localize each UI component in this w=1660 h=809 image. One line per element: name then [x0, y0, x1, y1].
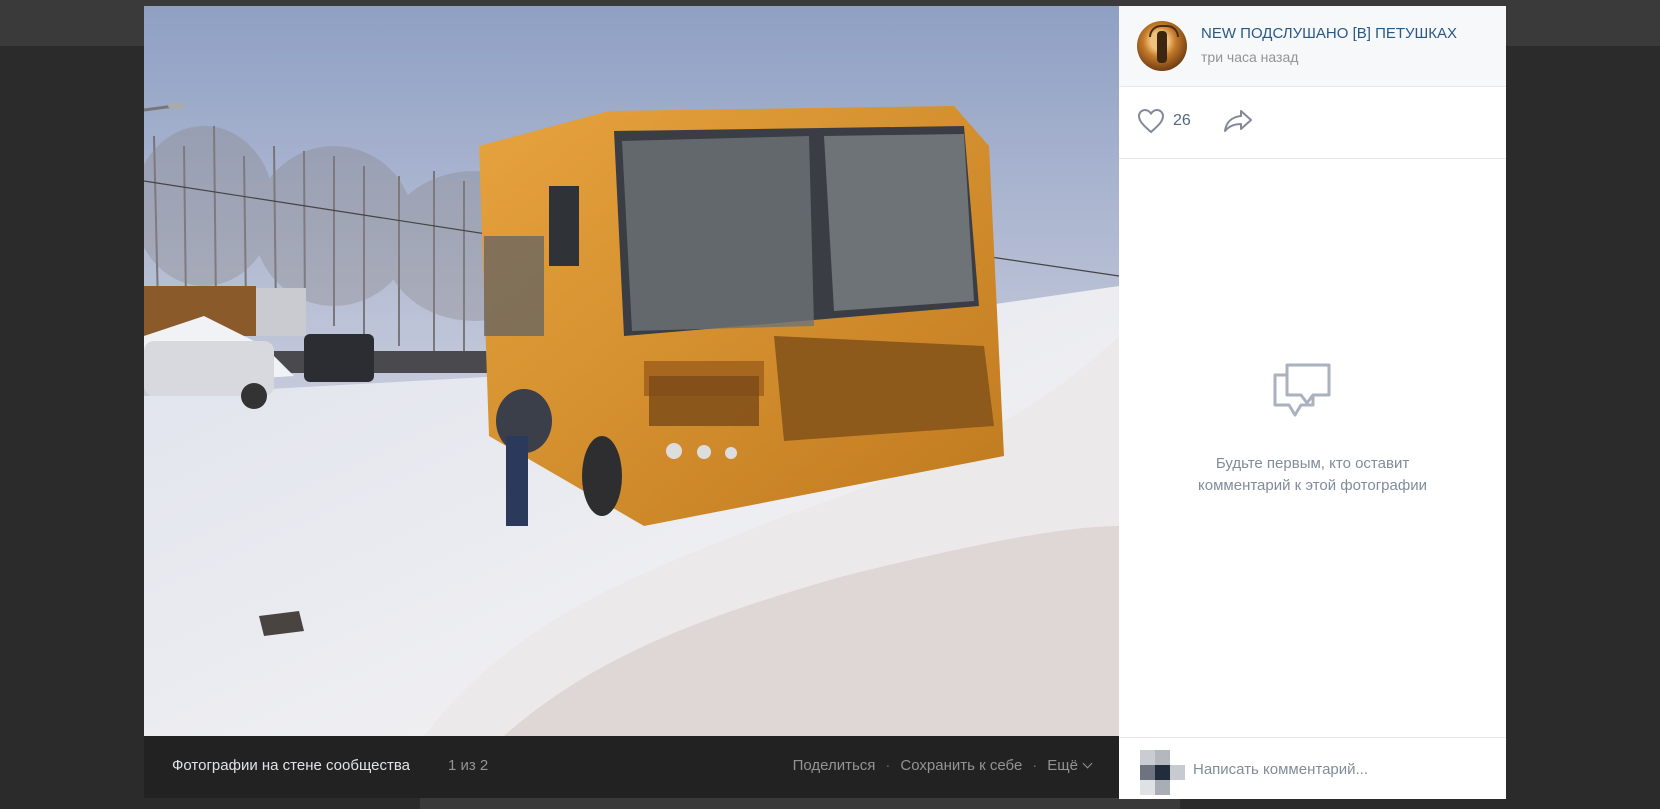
share-button[interactable]	[1223, 109, 1253, 138]
share-arrow-icon	[1224, 110, 1252, 132]
empty-line-2: комментарий к этой фотографии	[1198, 477, 1427, 494]
group-name-link[interactable]: NEW ПОДСЛУШАНО [В] ПЕТУШКАХ	[1201, 25, 1457, 42]
post-time[interactable]: три часа назад	[1201, 49, 1298, 65]
post-header: NEW ПОДСЛУШАНО [В] ПЕТУШКАХ три часа наз…	[1119, 6, 1506, 87]
chevron-down-icon	[1082, 758, 1093, 769]
more-label: Ещё	[1047, 757, 1078, 774]
photo-counter: 1 из 2	[448, 757, 489, 774]
separator: ·	[885, 757, 891, 774]
post-actions: 26	[1119, 86, 1506, 159]
photo-viewer: Фотографии на стене сообщества 1 из 2 По…	[144, 6, 1506, 799]
photo-actions: Поделиться · Сохранить к себе · Ещё	[793, 757, 1093, 774]
heart-icon	[1137, 108, 1165, 134]
album-title-link[interactable]: Фотографии на стене сообщества	[172, 757, 410, 774]
share-link[interactable]: Поделиться	[793, 757, 876, 774]
photo-footer: Фотографии на стене сообщества 1 из 2 По…	[144, 736, 1119, 798]
comment-bar	[1119, 737, 1506, 799]
comments-icon	[1273, 363, 1331, 417]
user-avatar[interactable]	[1140, 750, 1186, 796]
comments-empty-text: Будьте первым, кто оставит комментарий к…	[1119, 453, 1506, 497]
like-count: 26	[1173, 112, 1191, 129]
group-avatar[interactable]	[1137, 21, 1187, 71]
comment-input[interactable]	[1191, 757, 1495, 781]
empty-line-1: Будьте первым, кто оставит	[1215, 455, 1410, 472]
side-panel: NEW ПОДСЛУШАНО [В] ПЕТУШКАХ три часа наз…	[1119, 6, 1506, 799]
separator: ·	[1032, 757, 1038, 774]
more-menu-button[interactable]: Ещё	[1047, 757, 1093, 774]
save-to-me-link[interactable]: Сохранить к себе	[900, 757, 1022, 774]
photo-image[interactable]	[144, 6, 1119, 736]
like-button[interactable]: 26	[1137, 108, 1191, 134]
